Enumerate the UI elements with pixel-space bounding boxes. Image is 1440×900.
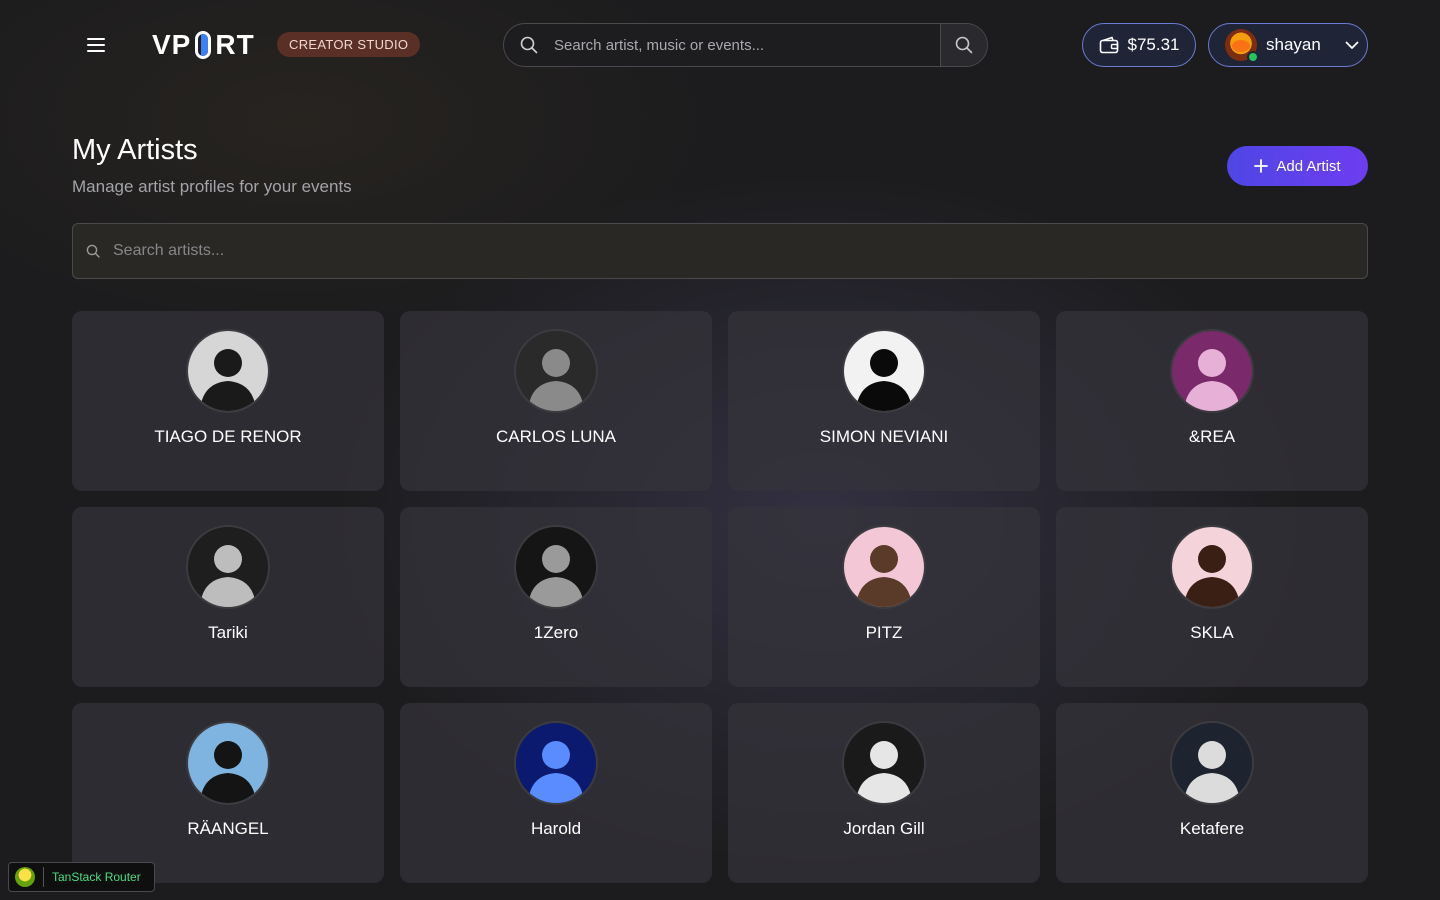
artist-name: RÄANGEL bbox=[187, 819, 269, 838]
wallet-balance-button[interactable]: $75.31 bbox=[1082, 23, 1196, 67]
search-icon bbox=[504, 36, 554, 54]
artist-name: Jordan Gill bbox=[843, 819, 925, 838]
artist-card[interactable]: PITZ bbox=[728, 507, 1040, 687]
artist-name: CARLOS LUNA bbox=[496, 427, 616, 446]
artist-avatar bbox=[842, 329, 926, 413]
creator-studio-badge: CREATOR STUDIO bbox=[277, 32, 421, 57]
global-search-input[interactable] bbox=[554, 24, 940, 66]
top-bar: VP RT CREATOR STUDIO $75.31 shayan bbox=[0, 0, 1440, 90]
tanstack-router-devtools-button[interactable]: TanStack Router bbox=[8, 862, 155, 892]
add-artist-button[interactable]: Add Artist bbox=[1227, 146, 1368, 186]
chevron-down-icon bbox=[1337, 41, 1367, 50]
artist-card[interactable]: &REA bbox=[1056, 311, 1368, 491]
artist-card[interactable]: Tariki bbox=[72, 507, 384, 687]
artist-card[interactable]: TIAGO DE RENOR bbox=[72, 311, 384, 491]
artist-card[interactable]: Jordan Gill bbox=[728, 703, 1040, 883]
add-artist-label: Add Artist bbox=[1276, 157, 1341, 175]
artist-name: &REA bbox=[1188, 427, 1236, 446]
hamburger-menu-button[interactable] bbox=[80, 29, 112, 61]
artist-search-input[interactable] bbox=[113, 224, 1367, 278]
artist-name: Ketafere bbox=[1179, 819, 1245, 838]
artist-name: Tariki bbox=[208, 623, 248, 642]
artist-card[interactable]: Harold bbox=[400, 703, 712, 883]
vport-logo[interactable]: VP RT bbox=[152, 28, 255, 62]
artist-avatar bbox=[514, 721, 598, 805]
artist-avatar bbox=[1170, 525, 1254, 609]
artist-name: SKLA bbox=[1190, 623, 1234, 642]
logo-text-right: RT bbox=[215, 29, 255, 60]
artist-search bbox=[72, 223, 1368, 279]
tanstack-logo bbox=[15, 867, 35, 887]
global-search-submit-button[interactable] bbox=[940, 24, 987, 66]
search-icon bbox=[955, 36, 973, 54]
artist-name: 1Zero bbox=[533, 623, 579, 642]
artist-card[interactable]: SIMON NEVIANI bbox=[728, 311, 1040, 491]
artist-name: SIMON NEVIANI bbox=[819, 427, 949, 446]
artist-avatar bbox=[186, 329, 270, 413]
artist-avatar bbox=[1170, 329, 1254, 413]
artist-avatar bbox=[514, 525, 598, 609]
artist-avatar bbox=[1170, 721, 1254, 805]
artist-card[interactable]: 1Zero bbox=[400, 507, 712, 687]
wallet-balance: $75.31 bbox=[1127, 35, 1180, 54]
page-title: My Artists bbox=[72, 134, 198, 166]
tanstack-label: TanStack Router bbox=[52, 870, 141, 884]
logo-o-mark bbox=[195, 31, 212, 59]
artist-grid: TIAGO DE RENOR CARLOS LUNA SIMON NEVIANI &R… bbox=[72, 311, 1368, 883]
artist-name: PITZ bbox=[865, 623, 903, 642]
artist-avatar bbox=[842, 721, 926, 805]
wallet-icon bbox=[1099, 36, 1118, 54]
artist-name: Harold bbox=[530, 819, 582, 838]
menu-icon bbox=[87, 38, 105, 52]
artist-avatar bbox=[842, 525, 926, 609]
logo-text-left: VP bbox=[152, 29, 192, 60]
artist-card[interactable]: SKLA bbox=[1056, 507, 1368, 687]
global-search bbox=[503, 23, 988, 67]
artist-avatar bbox=[186, 525, 270, 609]
artist-card[interactable]: RÄANGEL bbox=[72, 703, 384, 883]
artist-name: TIAGO DE RENOR bbox=[154, 427, 302, 446]
artist-avatar bbox=[186, 721, 270, 805]
artist-card[interactable]: Ketafere bbox=[1056, 703, 1368, 883]
online-status-dot bbox=[1247, 51, 1259, 63]
artist-avatar bbox=[514, 329, 598, 413]
plus-icon bbox=[1254, 159, 1269, 173]
page-subtitle: Manage artist profiles for your events bbox=[72, 177, 352, 196]
username: shayan bbox=[1266, 35, 1321, 54]
user-menu-button[interactable]: shayan bbox=[1208, 23, 1368, 67]
search-icon bbox=[73, 244, 113, 258]
divider bbox=[43, 867, 44, 887]
artist-card[interactable]: CARLOS LUNA bbox=[400, 311, 712, 491]
user-avatar bbox=[1225, 29, 1259, 63]
